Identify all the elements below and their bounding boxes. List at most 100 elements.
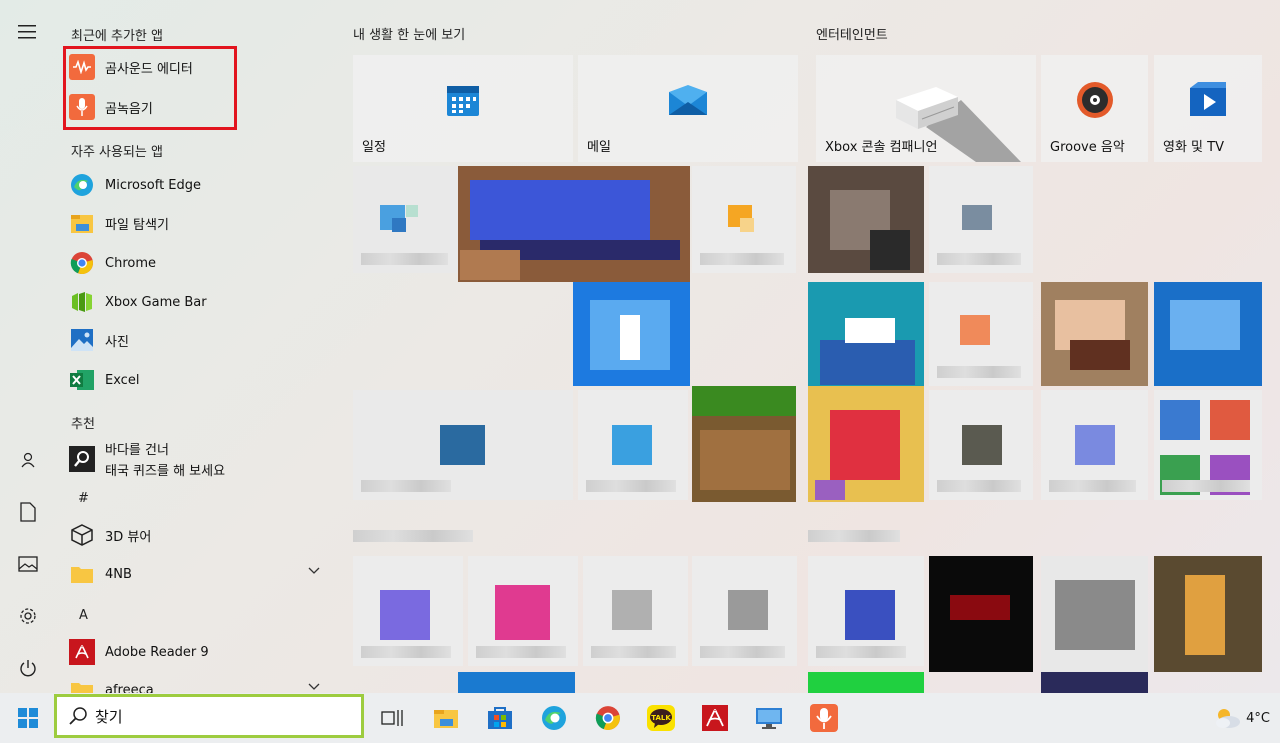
account-button[interactable] [6, 440, 50, 480]
search-icon [69, 446, 95, 472]
groove-music-icon [1076, 81, 1113, 118]
taskbar-gom-recorder[interactable] [808, 702, 840, 734]
expand-menu-button[interactable] [6, 12, 50, 52]
blurred-tile-label [1162, 480, 1250, 492]
pixelated-tile-content [1075, 425, 1115, 465]
weather-temperature: 4°C [1246, 710, 1270, 726]
pixelated-tile[interactable] [1154, 390, 1262, 500]
pixelated-tile-content [1210, 400, 1250, 440]
app-microsoft-edge[interactable]: Microsoft Edge [69, 167, 334, 203]
taskbar-microsoft-store[interactable] [484, 702, 516, 734]
folder-icon [69, 677, 95, 693]
blurred-tile-label [591, 646, 676, 658]
pixelated-tile[interactable] [1041, 556, 1148, 672]
tile-calendar[interactable]: 일정 [353, 55, 573, 162]
taskbar-chrome[interactable] [592, 702, 624, 734]
app-label: 3D 뷰어 [105, 529, 152, 545]
movies-tv-icon [1190, 81, 1226, 116]
hash-section-header[interactable]: # [78, 491, 89, 506]
app-xbox-game-bar[interactable]: Xbox Game Bar [69, 284, 334, 320]
app-excel[interactable]: Excel [69, 362, 334, 398]
pixelated-tile[interactable] [573, 282, 690, 386]
task-view-button[interactable] [376, 702, 408, 734]
a-section-header[interactable]: A [79, 608, 88, 623]
suggested-line2: 태국 퀴즈를 해 보세요 [105, 464, 226, 479]
kakaotalk-text: TALK [651, 714, 671, 722]
calendar-icon [447, 85, 479, 116]
folder-4nb[interactable]: 4NB [69, 556, 334, 592]
documents-button[interactable] [6, 492, 50, 532]
pixelated-tile[interactable] [353, 390, 573, 500]
pixelated-tile[interactable] [458, 166, 690, 282]
frequent-apps-header: 자주 사용되는 앱 [71, 145, 163, 160]
pixelated-tile-content [1070, 340, 1130, 370]
pixelated-tile[interactable] [1154, 282, 1262, 386]
pixelated-tile[interactable] [808, 556, 924, 666]
excel-icon [69, 367, 95, 393]
app-file-explorer[interactable]: 파일 탐색기 [69, 205, 334, 241]
taskbar-remote-desktop[interactable] [753, 702, 785, 734]
pixelated-tile[interactable] [808, 166, 924, 273]
pixelated-tile[interactable] [929, 390, 1033, 500]
pixelated-tile-content [830, 410, 900, 480]
taskbar-adobe-reader[interactable] [699, 702, 731, 734]
taskbar-file-explorer[interactable] [430, 702, 462, 734]
pixelated-tile[interactable] [353, 166, 460, 273]
taskbar-kakaotalk[interactable]: TALK [645, 702, 677, 734]
tile-groove-music[interactable]: Groove 음악 [1041, 55, 1148, 162]
pixelated-tile-content [960, 315, 990, 345]
weather-widget[interactable]: 4°C [1212, 706, 1270, 730]
pixelated-tile[interactable] [692, 386, 796, 502]
tile-mail[interactable]: 메일 [578, 55, 798, 162]
pixelated-tile[interactable] [578, 390, 688, 500]
tile-group-header-entertainment[interactable]: 엔터테인먼트 [816, 24, 888, 43]
blurred-tile-label [700, 646, 785, 658]
xbox-game-bar-icon [69, 289, 95, 315]
settings-button[interactable] [6, 596, 50, 636]
app-chrome[interactable]: Chrome [69, 245, 334, 281]
file-explorer-icon [69, 210, 95, 236]
app-photos[interactable]: 사진 [69, 322, 334, 358]
chevron-down-icon [308, 683, 320, 690]
tile-xbox-console-companion[interactable]: Xbox 콘솔 컴패니언 [816, 55, 1036, 162]
pixelated-tile[interactable] [353, 556, 463, 666]
app-label: Excel [105, 372, 140, 388]
pixelated-tile[interactable] [808, 672, 924, 693]
pixelated-tile[interactable] [1041, 390, 1148, 500]
pixelated-tile[interactable] [929, 282, 1033, 386]
start-button[interactable] [12, 702, 44, 734]
pixelated-tile[interactable] [692, 556, 797, 666]
suggested-bing-quiz[interactable]: 바다를 건너 태국 퀴즈를 해 보세요 [69, 440, 334, 479]
pixelated-tile[interactable] [1154, 556, 1262, 672]
pixelated-tile[interactable] [1041, 282, 1148, 386]
pixelated-tile[interactable] [929, 556, 1033, 672]
gom-recorder-icon [810, 704, 838, 732]
pixelated-tile[interactable] [692, 166, 796, 273]
blurred-tile-label [937, 480, 1021, 492]
app-adobe-reader[interactable]: Adobe Reader 9 [69, 634, 334, 670]
tile-group-header-life[interactable]: 내 생활 한 눈에 보기 [353, 24, 465, 43]
taskbar-search-box[interactable]: 찾기 [54, 694, 364, 738]
blurred-tile-label [700, 253, 784, 265]
pixelated-tile[interactable] [468, 556, 578, 666]
pictures-button[interactable] [6, 544, 50, 584]
power-button[interactable] [6, 648, 50, 688]
tile-label: 일정 [362, 140, 386, 155]
pixelated-tile[interactable] [1041, 672, 1148, 693]
pixelated-tile[interactable] [583, 556, 688, 666]
microsoft-store-icon [488, 707, 512, 729]
pixelated-tile[interactable] [808, 282, 924, 386]
pixelated-tile[interactable] [808, 386, 924, 502]
app-3d-viewer[interactable]: 3D 뷰어 [69, 517, 334, 553]
pixelated-tile-content [380, 590, 430, 640]
taskbar-edge[interactable] [538, 702, 570, 734]
pixelated-tile[interactable] [458, 672, 575, 693]
tile-movies-tv[interactable]: 영화 및 TV [1154, 55, 1262, 162]
folder-afreeca[interactable]: afreeca [69, 672, 334, 693]
recent-apps-highlight [63, 46, 237, 130]
pixelated-tile-content [870, 230, 910, 270]
start-menu: 최근에 추가한 앱 곰사운드 에디터 곰녹음기 자주 사용되는 앱 Micros… [0, 0, 1280, 693]
search-input-text: 찾기 [95, 707, 123, 726]
pixelated-tile[interactable] [929, 166, 1033, 273]
folder-icon [69, 561, 95, 587]
